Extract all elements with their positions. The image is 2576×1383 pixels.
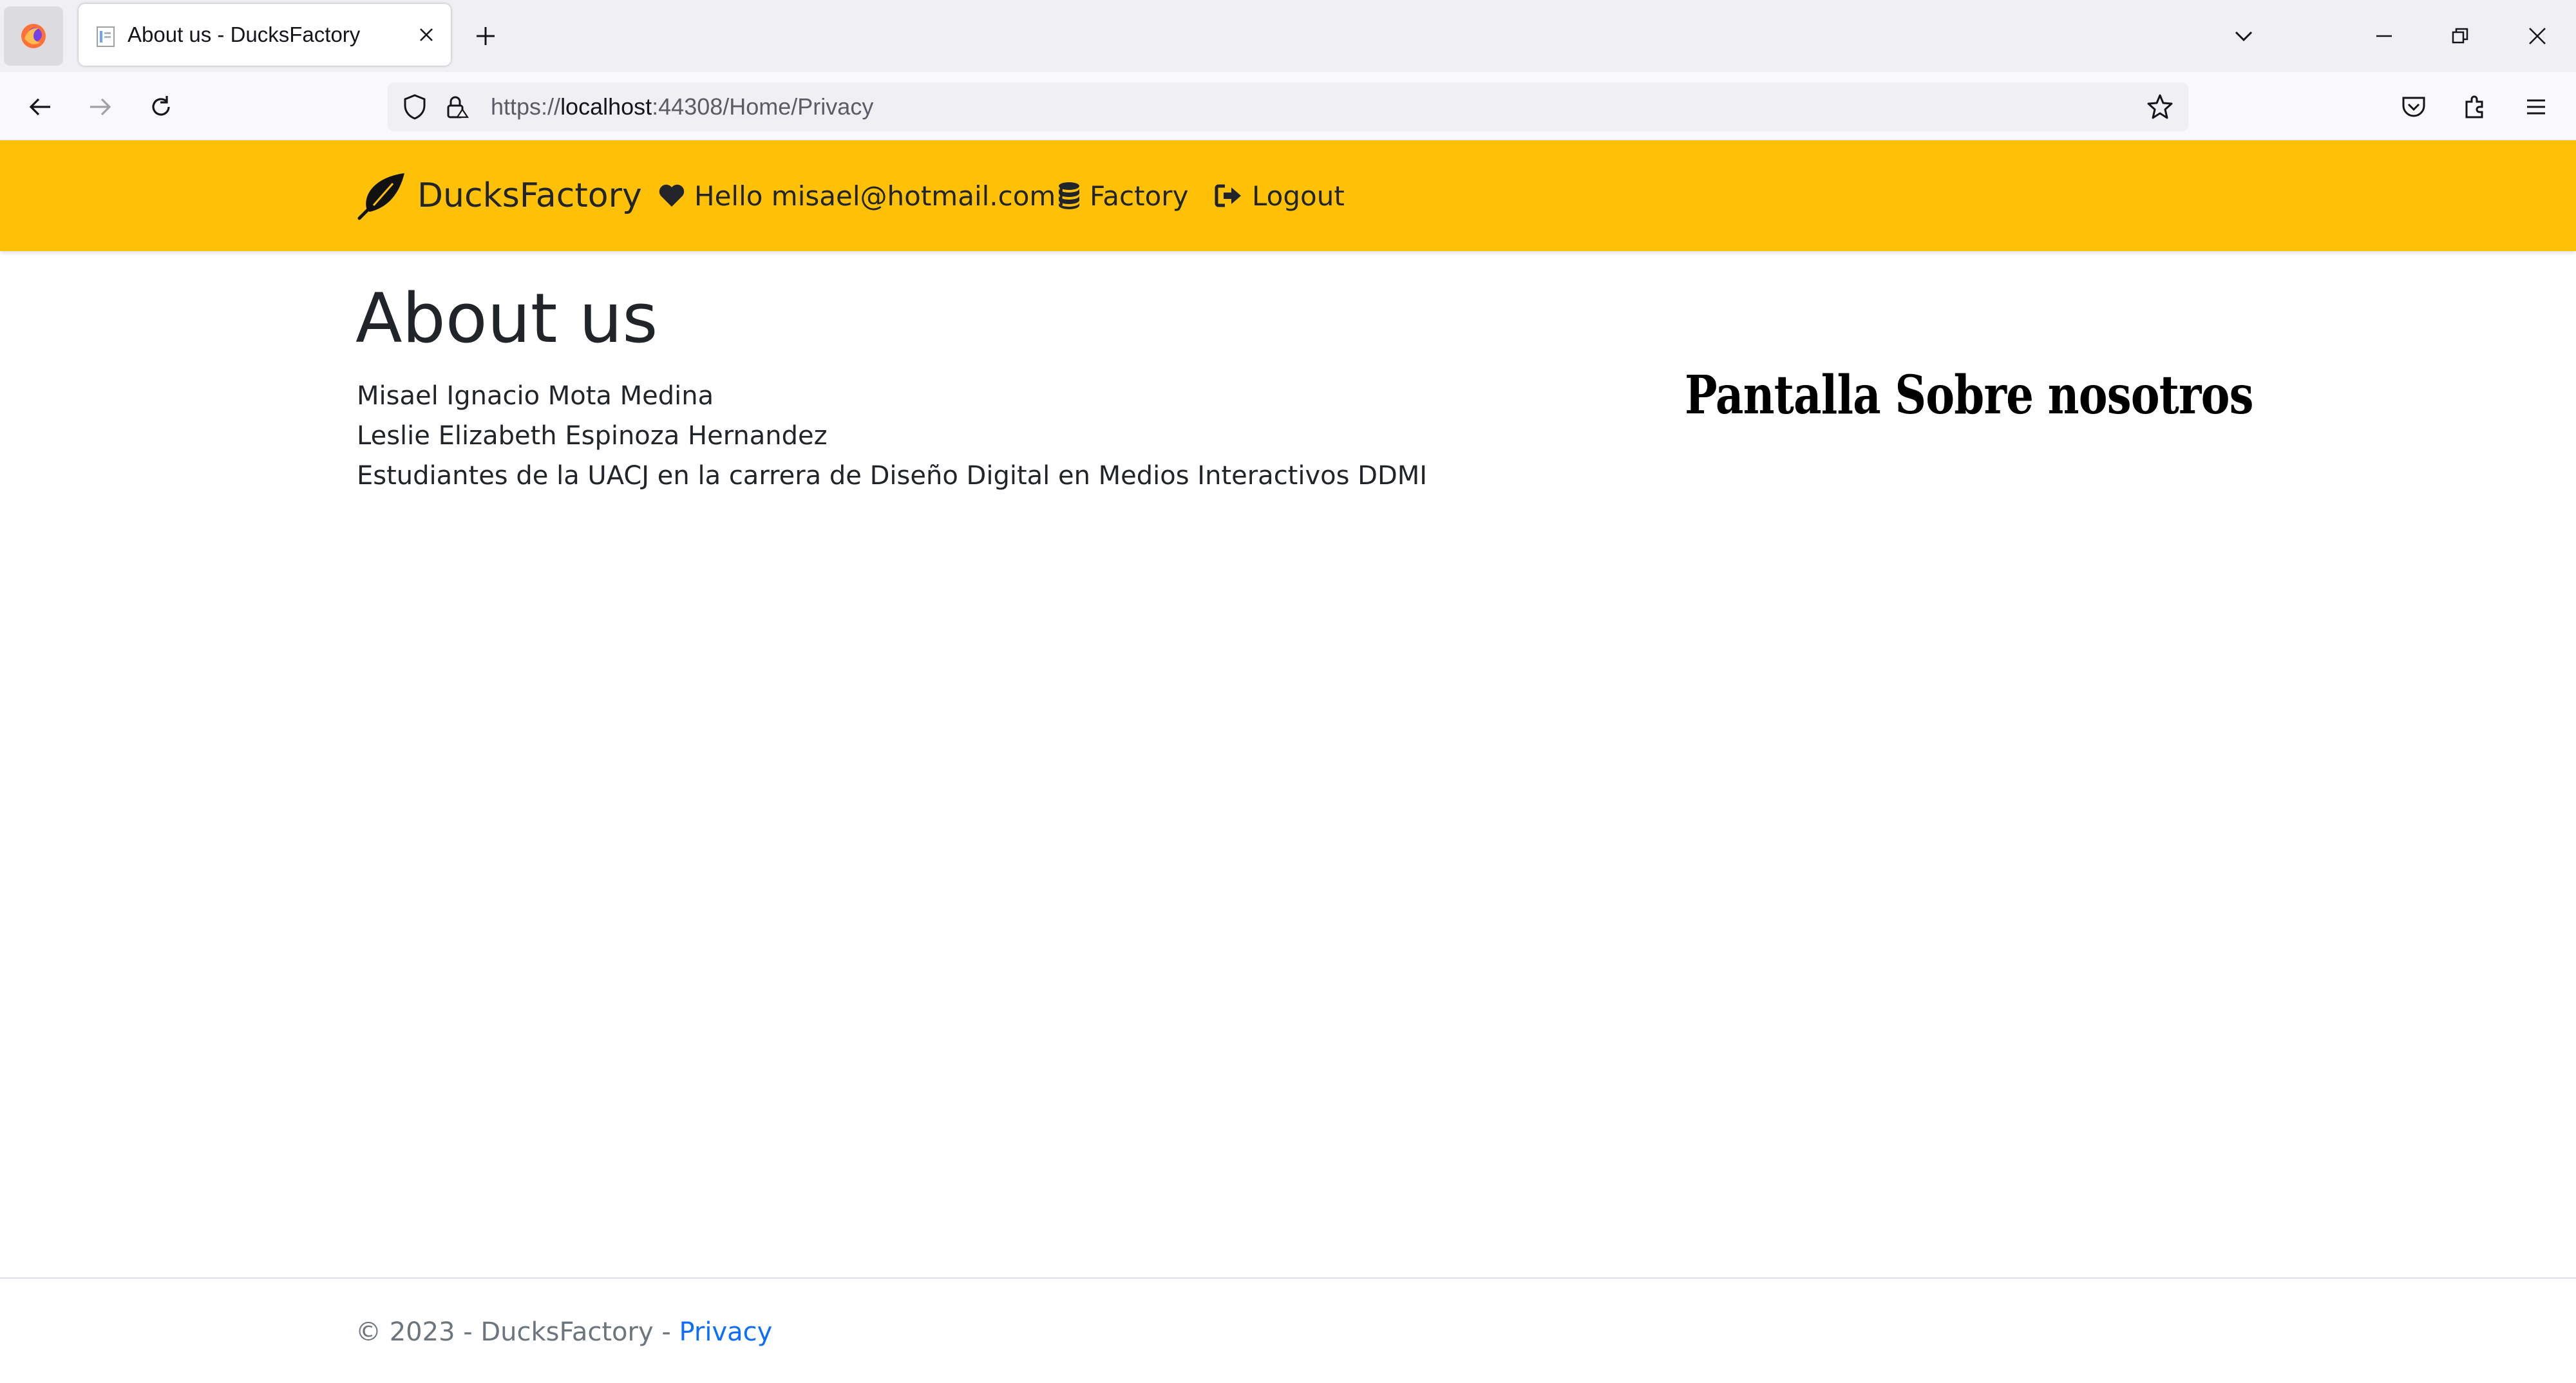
author-line-1: Misael Ignacio Mota Medina (357, 381, 714, 411)
url-host: localhost (560, 93, 652, 120)
lock-icon[interactable] (443, 93, 471, 121)
app-menu-button[interactable] (2515, 86, 2557, 127)
hamburger-menu-icon (2527, 99, 2545, 115)
arrow-right-icon (90, 98, 111, 116)
arrow-left-icon (29, 98, 50, 116)
reload-button[interactable] (140, 86, 182, 127)
pocket-button[interactable] (2393, 86, 2434, 127)
nav-logout-label: Logout (1252, 180, 1345, 212)
close-icon (2529, 28, 2546, 44)
new-tab-button[interactable] (468, 18, 504, 54)
shield-icon[interactable] (401, 93, 429, 121)
footer-privacy-link[interactable]: Privacy (679, 1317, 773, 1347)
url-path: :44308/Home/Privacy (652, 93, 874, 120)
site-header: DucksFactory Hello misael@hotmail.com! F… (0, 140, 2576, 251)
nav-link-logout[interactable]: Logout (1215, 166, 1345, 225)
heart-icon (659, 184, 685, 207)
tab-title: About us - DucksFactory (128, 23, 361, 46)
page-favicon-icon (97, 26, 115, 47)
author-line-2: Leslie Elizabeth Espinoza Hernandez (357, 421, 828, 451)
nav-link-greeting[interactable]: Hello misael@hotmail.com! (658, 166, 1066, 225)
firefox-icon (21, 24, 46, 48)
site-footer: © 2023 - DucksFactory - Privacy (0, 1277, 2576, 1383)
brand-name: DucksFactory (417, 176, 642, 215)
description-line: Estudiantes de la UACJ en la carrera de … (357, 461, 1428, 491)
reload-icon (152, 96, 170, 116)
firefox-view-button[interactable] (4, 6, 63, 66)
footer-text: © 2023 - DucksFactory - Privacy (355, 1317, 772, 1347)
sign-out-icon (1215, 184, 1241, 207)
restore-icon (2452, 28, 2468, 44)
pocket-icon (2402, 97, 2425, 117)
database-icon (1059, 182, 1079, 209)
chevron-down-icon (2235, 31, 2253, 42)
nav-greeting-label: Hello misael@hotmail.com! (694, 180, 1067, 212)
nav-link-factory[interactable]: Factory (1057, 166, 1188, 225)
browser-toolbar: https://localhost:44308/Home/Privacy (0, 72, 2576, 140)
minimize-icon (2376, 35, 2392, 37)
list-all-tabs-button[interactable] (2224, 17, 2263, 55)
url-scheme: https:// (491, 93, 561, 120)
feather-icon (357, 173, 404, 220)
minimize-button[interactable] (2365, 17, 2403, 55)
page-title: About us (355, 279, 658, 358)
address-bar[interactable]: https://localhost:44308/Home/Privacy (388, 82, 2188, 131)
back-button[interactable] (19, 86, 61, 127)
screen-name-banner: Pantalla Sobre nosotros (1685, 364, 2254, 426)
close-tab-icon[interactable] (415, 23, 438, 46)
footer-copyright: © 2023 - DucksFactory - (355, 1317, 679, 1347)
url-text[interactable]: https://localhost:44308/Home/Privacy (491, 82, 873, 131)
browser-tab-strip: About us - DucksFactory (0, 0, 2576, 72)
forward-button[interactable] (80, 86, 121, 127)
bookmark-star-icon[interactable] (2146, 93, 2174, 121)
extensions-button[interactable] (2455, 86, 2496, 127)
nav-factory-label: Factory (1090, 180, 1189, 212)
brand-link[interactable]: DucksFactory (355, 166, 642, 225)
close-window-button[interactable] (2518, 17, 2557, 55)
active-tab[interactable]: About us - DucksFactory (79, 4, 451, 66)
puzzle-icon (2465, 95, 2483, 118)
restore-button[interactable] (2441, 17, 2479, 55)
plus-icon (477, 27, 495, 45)
